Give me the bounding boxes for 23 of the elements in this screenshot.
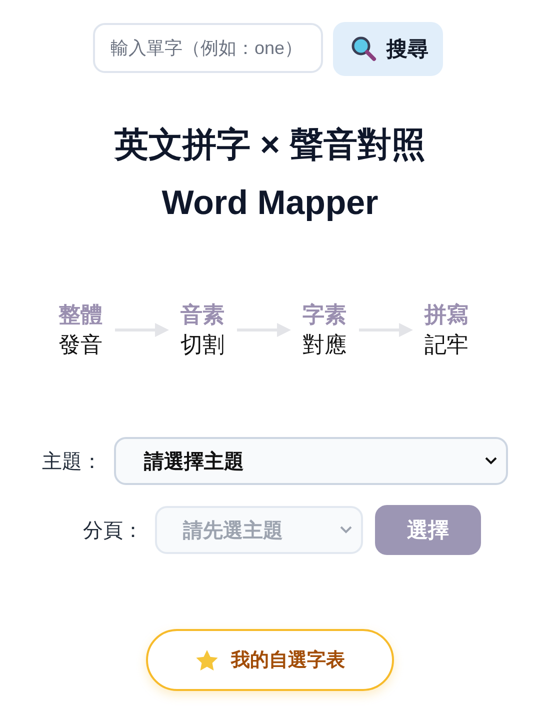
chevron-down-icon (484, 456, 498, 466)
search-field[interactable]: 輸入單字（例如：one） (92, 23, 322, 73)
star-icon (195, 648, 219, 672)
chevron-down-icon (339, 525, 353, 535)
step-label: 音素 (180, 301, 224, 329)
search-button[interactable]: 搜尋 (332, 22, 442, 76)
step-label: 對應 (302, 331, 346, 359)
step-label: 切割 (180, 331, 224, 359)
search-icon (350, 36, 376, 62)
step-label: 記牢 (424, 331, 468, 359)
step-label: 拼寫 (424, 301, 468, 329)
step-label: 整體 (58, 301, 102, 329)
step-label: 發音 (58, 331, 102, 359)
page-title: Word Mapper (162, 183, 378, 224)
favorites-button[interactable]: 我的自選字表 (146, 629, 394, 691)
field-label: 分頁： (83, 518, 143, 544)
arrow-icon (114, 323, 168, 337)
arrow-icon (236, 323, 290, 337)
arrow-icon (358, 323, 412, 337)
page-title: 英文拼字 × 聲音對照 (114, 125, 426, 166)
dropdown[interactable]: 請選擇主題 (114, 437, 508, 485)
step-label: 字素 (302, 301, 346, 329)
field-label: 主題： (42, 450, 102, 474)
